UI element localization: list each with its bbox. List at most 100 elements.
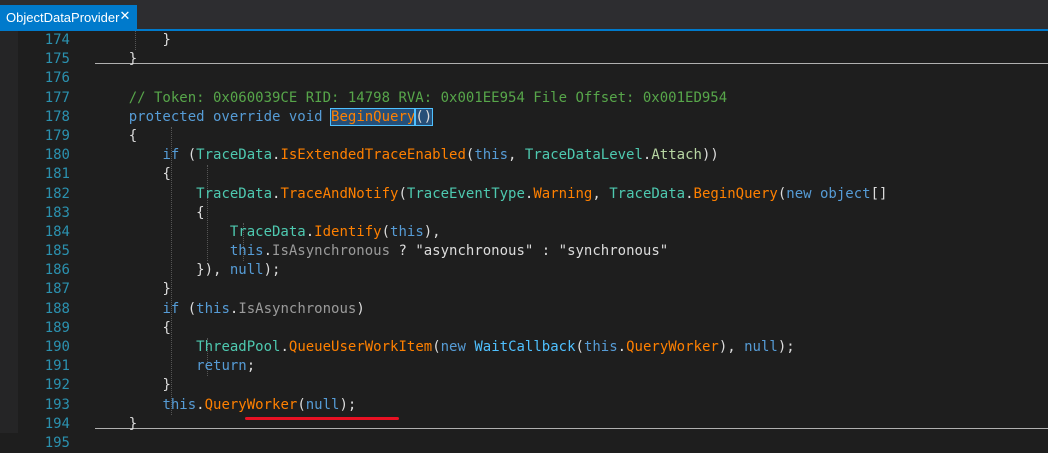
string-literal: "asynchronous" — [415, 243, 534, 260]
brace: } — [162, 377, 171, 394]
line-number: 183 — [44, 204, 70, 221]
paren: ( — [179, 147, 197, 164]
keyword-new: new — [440, 339, 466, 355]
code-editor[interactable]: 174 175 176 177 178 179 180 181 182 183 184 185 186 1… — [0, 31, 1048, 451]
paren: ( — [432, 339, 441, 355]
comma: , — [592, 185, 610, 202]
line-number: 185 — [44, 243, 70, 260]
paren: )) — [701, 147, 719, 164]
keyword-null: null — [305, 396, 340, 413]
code-line-175: } — [95, 50, 1048, 69]
line-number: 188 — [44, 300, 70, 317]
brace: } — [128, 415, 138, 432]
line-number: 194 — [44, 415, 70, 432]
dot: . — [263, 243, 273, 260]
keyword-this: this — [474, 147, 509, 164]
code-line-177: // Token: 0x060039CE RID: 14798 RVA: 0x0… — [95, 89, 1048, 108]
enum-attach[interactable]: Attach — [651, 147, 702, 163]
type-tracedatalevel[interactable]: TraceDataLevel — [525, 147, 643, 163]
line-number-gutter: 174 175 176 177 178 179 180 181 182 183 184 185 186 1… — [18, 31, 70, 453]
method-name-beginquery[interactable]: BeginQuery — [330, 107, 417, 126]
brace: { — [162, 166, 171, 183]
enum-warning[interactable]: Warning — [533, 186, 592, 202]
method-queryworker[interactable]: QueryWorker — [626, 339, 719, 355]
dot: . — [685, 185, 694, 202]
keyword-null: null — [744, 339, 778, 355]
brace: { — [128, 127, 138, 144]
code-line-188: if (this.IsAsynchronous) — [95, 300, 1048, 319]
ternary-colon: : — [533, 243, 559, 260]
code-line-190: ThreadPool.QueueUserWorkItem(new WaitCal… — [95, 338, 1048, 357]
tab-title: ObjectDataProvider — [6, 9, 120, 25]
code-line-183: { — [95, 204, 1048, 223]
paren: ( — [381, 223, 391, 240]
type-tracedata[interactable]: TraceData — [609, 186, 685, 202]
paren: ( — [575, 339, 584, 355]
property-isasynchronous[interactable]: IsAsynchronous — [272, 243, 390, 259]
string-literal: "synchronous" — [558, 243, 669, 260]
line-number: 191 — [44, 358, 70, 375]
line-number: 192 — [44, 377, 70, 394]
property-isasynchronous[interactable]: IsAsynchronous — [238, 301, 356, 317]
paren: ); — [263, 262, 281, 279]
code-line-182: TraceData.TraceAndNotify(TraceEventType.… — [95, 185, 1048, 204]
semicolon: ; — [246, 358, 256, 375]
method-traceandnotify[interactable]: TraceAndNotify — [280, 186, 398, 202]
paren: ( — [777, 185, 787, 202]
dot: . — [196, 396, 205, 413]
code-line-191: return; — [95, 357, 1048, 376]
paren: ); — [339, 396, 357, 413]
method-parens: () — [414, 107, 434, 126]
line-number: 175 — [44, 51, 70, 68]
brace: } — [162, 281, 171, 298]
type-traceeventtype[interactable]: TraceEventType — [407, 186, 525, 202]
method-beginquery-call[interactable]: BeginQuery — [694, 186, 778, 202]
method-queueuserworkitem[interactable]: QueueUserWorkItem — [289, 339, 432, 355]
paren: ) — [356, 300, 365, 317]
brace: { — [196, 204, 205, 221]
close-icon[interactable]: ✕ — [117, 8, 133, 24]
type-tracedata[interactable]: TraceData — [230, 224, 306, 240]
paren: ); — [777, 339, 795, 355]
paren: ( — [179, 300, 197, 317]
ternary-q: ? — [390, 243, 416, 260]
keyword-null: null — [229, 262, 264, 279]
editor-margin — [0, 31, 18, 433]
dot: . — [305, 223, 315, 240]
type-waitcallback[interactable]: WaitCallback — [474, 339, 575, 355]
method-modifiers: protected override void — [128, 108, 323, 125]
line-number: 193 — [44, 396, 70, 413]
keyword-if: if — [162, 147, 180, 164]
paren: ( — [398, 185, 407, 202]
code-line-193: this.QueryWorker(null); — [95, 396, 1048, 415]
method-identify[interactable]: Identify — [314, 224, 381, 240]
tab-objectdataprovider[interactable]: ObjectDataProvider ✕ — [0, 5, 137, 29]
paren: ), — [718, 339, 745, 355]
keyword-this: this — [229, 243, 264, 260]
line-number: 189 — [44, 319, 70, 336]
line-number: 177 — [44, 89, 70, 106]
dot: . — [280, 339, 289, 355]
line-number: 179 — [44, 127, 70, 144]
code-line-185: this.IsAsynchronous ? "asynchronous" : "… — [95, 242, 1048, 261]
line-number: 178 — [44, 108, 70, 125]
code-line-192: } — [95, 376, 1048, 395]
brace: }), — [196, 262, 230, 279]
paren: ( — [297, 396, 306, 413]
code-area: } } // Token: 0x060039CE RID: 14798 RVA:… — [95, 31, 1048, 434]
type-tracedata[interactable]: TraceData — [196, 186, 272, 202]
brace: } — [162, 32, 171, 48]
type-tracedata[interactable]: TraceData — [196, 147, 272, 163]
method-isextendedtraceenabled[interactable]: IsExtendedTraceEnabled — [280, 147, 465, 163]
code-line-186: }), null); — [95, 261, 1048, 280]
keyword-this: this — [390, 223, 424, 240]
keyword-return: return — [196, 358, 247, 375]
line-number: 176 — [44, 70, 70, 87]
brace: { — [162, 319, 171, 336]
line-number: 190 — [44, 339, 70, 355]
type-threadpool[interactable]: ThreadPool — [196, 339, 280, 355]
brace: } — [128, 51, 138, 68]
method-queryworker-call[interactable]: QueryWorker — [205, 397, 298, 413]
code-line-180: if (TraceData.IsExtendedTraceEnabled(thi… — [95, 146, 1048, 165]
